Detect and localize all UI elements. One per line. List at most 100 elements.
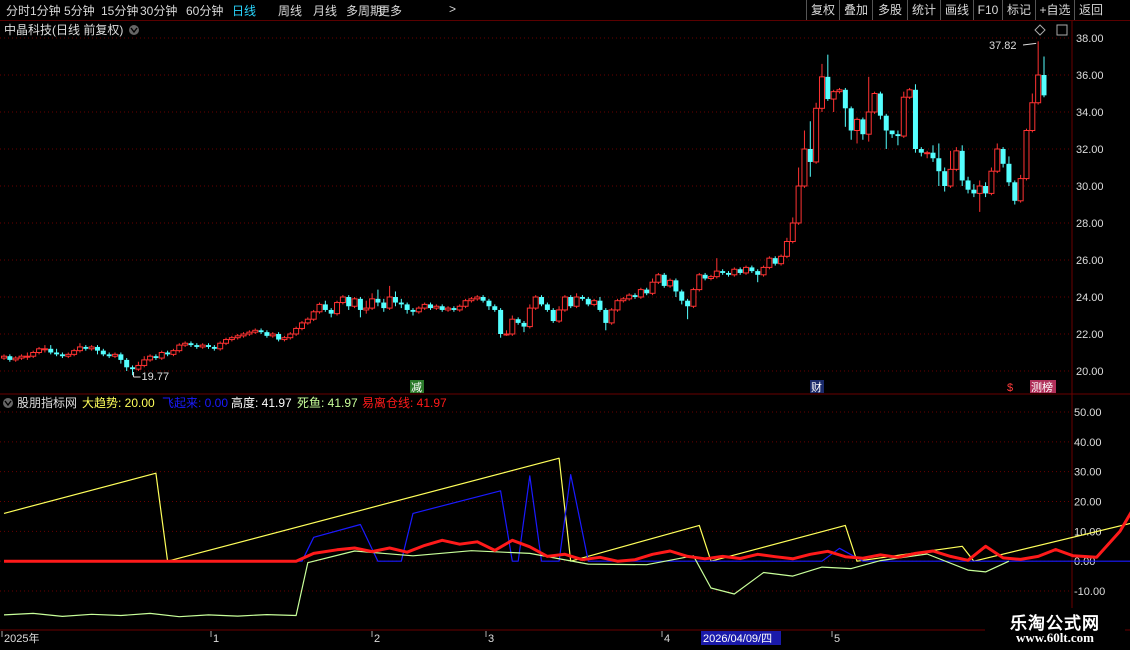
candle-body: [433, 305, 440, 309]
candle-body: [818, 76, 825, 109]
candle-body: [1, 355, 7, 359]
action-6[interactable]: 标记: [1002, 0, 1035, 20]
candle-body: [526, 307, 533, 328]
candle-body: [749, 267, 755, 272]
candle-body: [264, 332, 270, 336]
action-1[interactable]: 叠加: [839, 0, 872, 20]
candle-body: [918, 149, 924, 153]
xaxis-label: 3: [488, 633, 494, 645]
period-7[interactable]: 周线: [278, 2, 302, 19]
candle-body: [690, 289, 697, 307]
candles: [1, 41, 1047, 376]
candle-body: [895, 134, 901, 137]
candle-body: [124, 359, 130, 368]
candle-body: [848, 108, 854, 131]
period-10[interactable]: 更多: [378, 2, 402, 19]
high-pointer: [1022, 42, 1037, 46]
candle-body: [182, 342, 189, 346]
candle-body: [655, 274, 662, 283]
candle-body: [667, 279, 674, 287]
candle-body: [971, 189, 977, 194]
candle-body: [363, 307, 370, 311]
indicator-title: 股朋指标网: [17, 395, 77, 410]
action-3[interactable]: 统计: [907, 0, 940, 20]
indicator-value-3: 死鱼: 41.97: [297, 396, 358, 410]
series-大趋势: [3, 457, 1130, 562]
period-3[interactable]: 15分钟: [101, 2, 138, 19]
candle-body: [351, 298, 358, 307]
candle-body: [983, 186, 989, 194]
candle-body: [158, 352, 165, 359]
candle-body: [480, 297, 486, 301]
candle-body: [568, 297, 574, 307]
price-tick-label: 32.00: [1076, 144, 1104, 156]
candle-body: [41, 348, 48, 351]
candle-body: [1012, 182, 1018, 201]
candle-body: [1023, 130, 1030, 180]
price-tick-label: 38.00: [1076, 33, 1104, 45]
candle-body: [795, 185, 802, 224]
candle-body: [532, 296, 539, 309]
price-tick-label: 28.00: [1076, 218, 1104, 230]
high-price-label: 37.82: [989, 40, 1017, 52]
period-9[interactable]: 多周期: [346, 2, 382, 19]
candle-body: [515, 319, 521, 323]
candle-body: [550, 309, 556, 322]
candle-body: [579, 297, 585, 299]
price-tick-label: 30.00: [1076, 181, 1104, 193]
chart-title: 中晶科技(日线 前复权): [4, 22, 123, 37]
period-8[interactable]: 月线: [313, 2, 337, 19]
action-2[interactable]: 多股: [872, 0, 907, 20]
period-5[interactable]: 60分钟: [186, 2, 223, 19]
indicator-value-1: 飞起来: 0.00: [162, 396, 228, 410]
candle-body: [947, 168, 954, 187]
action-5[interactable]: F10: [973, 0, 1002, 20]
candle-body: [398, 302, 404, 305]
period-1[interactable]: 1分钟: [30, 2, 61, 19]
candle-body: [556, 309, 563, 322]
candle-body: [375, 298, 381, 303]
candle-body: [906, 89, 913, 98]
period-0[interactable]: 分时: [6, 2, 30, 19]
period-2[interactable]: 5分钟: [64, 2, 95, 19]
action-4[interactable]: 画线: [940, 0, 973, 20]
candle-body: [165, 352, 171, 355]
candle-body: [468, 298, 475, 302]
period-4[interactable]: 30分钟: [140, 2, 177, 19]
candle-body: [7, 356, 13, 360]
candle-body: [252, 329, 259, 333]
candle-body: [783, 241, 790, 257]
candle-body: [135, 364, 142, 370]
candle-body: [877, 93, 883, 116]
price-tick-label: 22.00: [1076, 329, 1104, 341]
candle-body: [339, 296, 346, 304]
candle-body: [486, 300, 492, 307]
candle-body: [637, 289, 644, 298]
candle-body: [813, 107, 820, 163]
candle-body: [153, 356, 159, 359]
period-6[interactable]: 日线: [232, 2, 256, 19]
candle-body: [755, 271, 761, 275]
action-8[interactable]: 返回: [1074, 0, 1107, 20]
candle-body: [298, 322, 305, 329]
action-7[interactable]: +自选: [1035, 0, 1074, 20]
candle-body: [731, 268, 738, 276]
indicator-tick-label: 30.00: [1074, 467, 1102, 479]
candle-body: [760, 266, 767, 276]
candle-body: [357, 298, 363, 310]
candle-body: [865, 111, 872, 135]
candle-body: [1041, 75, 1047, 96]
candle-body: [59, 354, 65, 357]
candle-body: [503, 333, 510, 336]
more-arrow-icon[interactable]: >: [449, 2, 456, 16]
price-tick-label: 34.00: [1076, 107, 1104, 119]
candle-body: [860, 119, 866, 135]
candle-body: [725, 272, 731, 275]
candle-body: [240, 333, 247, 337]
candle-body: [614, 300, 621, 311]
event-marker-1: 财: [811, 380, 822, 394]
candle-body: [737, 269, 743, 273]
candle-body: [106, 354, 112, 357]
candle-body: [620, 298, 627, 302]
action-0[interactable]: 复权: [806, 0, 839, 20]
